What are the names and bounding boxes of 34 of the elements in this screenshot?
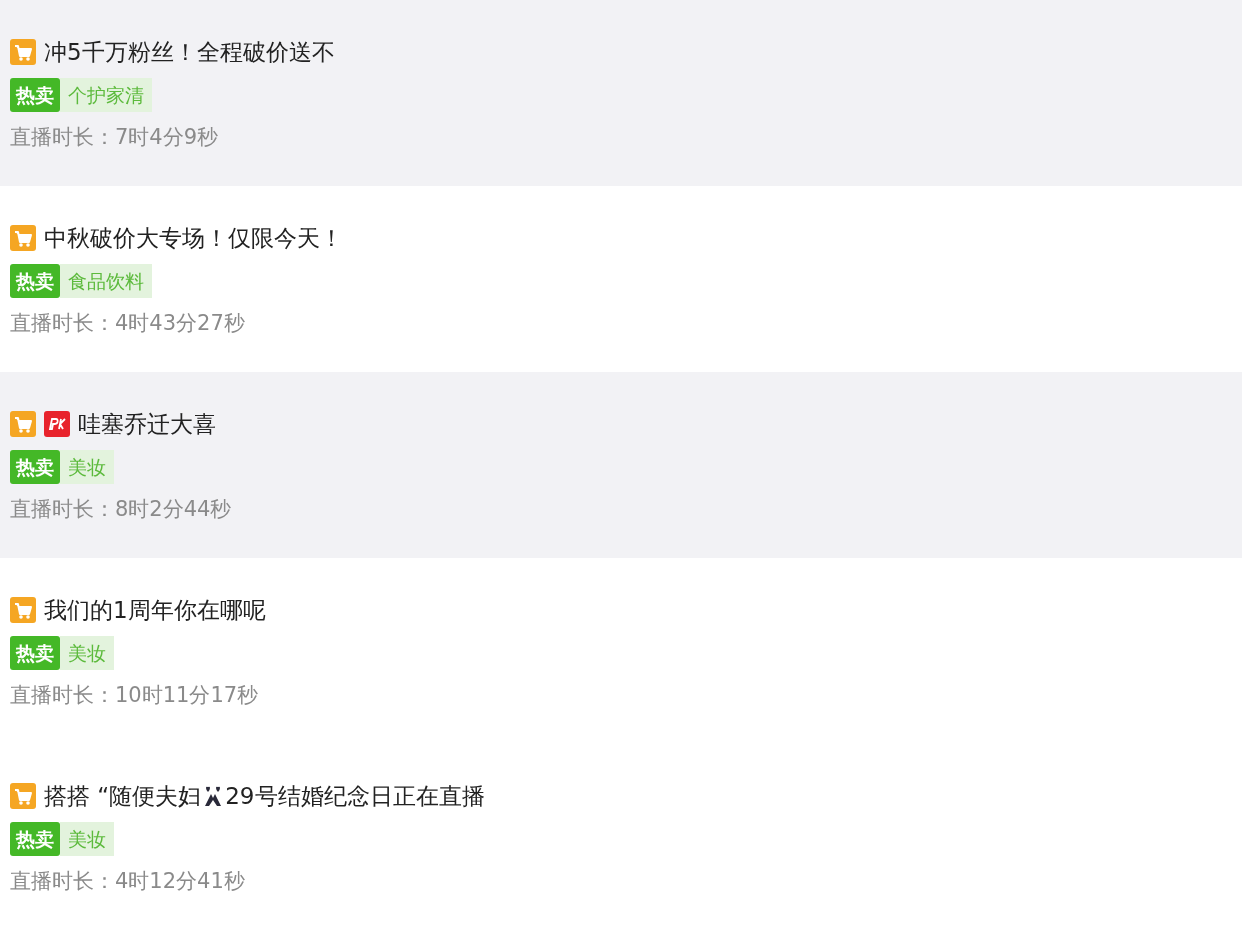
stream-title: 29号结婚纪念日正在直播 xyxy=(225,781,485,811)
hot-tag: 热卖 xyxy=(10,264,60,298)
duration-value: 7时4分9秒 xyxy=(115,124,219,151)
duration-label: 直播时长： xyxy=(10,310,115,337)
cart-icon xyxy=(10,411,36,437)
duration-label: 直播时长： xyxy=(10,496,115,523)
duration-value: 10时11分17秒 xyxy=(115,682,259,709)
category-tag: 美妆 xyxy=(60,636,114,670)
category-tag: 美妆 xyxy=(60,450,114,484)
stream-title: 我们的1周年你在哪呢 xyxy=(44,595,266,625)
cart-icon xyxy=(10,225,36,251)
stream-card[interactable]: 哇塞乔迁大喜 热卖 美妆 直播时长：8时2分44秒 xyxy=(0,372,1242,558)
duration-label: 直播时长： xyxy=(10,124,115,151)
cart-icon xyxy=(10,597,36,623)
duration-value: 8时2分44秒 xyxy=(115,496,232,523)
duration-value: 4时43分27秒 xyxy=(115,310,245,337)
duration-label: 直播时长： xyxy=(10,682,115,709)
category-tag: 美妆 xyxy=(60,822,114,856)
category-tag: 个护家清 xyxy=(60,78,152,112)
duration-value: 4时12分41秒 xyxy=(115,868,245,895)
category-tag: 食品饮料 xyxy=(60,264,152,298)
stream-title: 冲5千万粉丝！全程破价送不 xyxy=(44,37,335,67)
cart-icon xyxy=(10,783,36,809)
cart-icon xyxy=(10,39,36,65)
duration-label: 直播时长： xyxy=(10,868,115,895)
hot-tag: 热卖 xyxy=(10,636,60,670)
hot-tag: 热卖 xyxy=(10,450,60,484)
stream-title: 哇塞乔迁大喜 xyxy=(78,409,216,439)
hot-tag: 热卖 xyxy=(10,822,60,856)
stream-card[interactable]: 冲5千万粉丝！全程破价送不 热卖 个护家清 直播时长：7时4分9秒 xyxy=(0,0,1242,186)
stream-title: 搭搭 “随便夫妇 xyxy=(44,781,202,811)
versus-icon xyxy=(44,411,70,437)
stream-title: 中秋破价大专场！仅限今天！ xyxy=(44,223,343,253)
hot-tag: 热卖 xyxy=(10,78,60,112)
